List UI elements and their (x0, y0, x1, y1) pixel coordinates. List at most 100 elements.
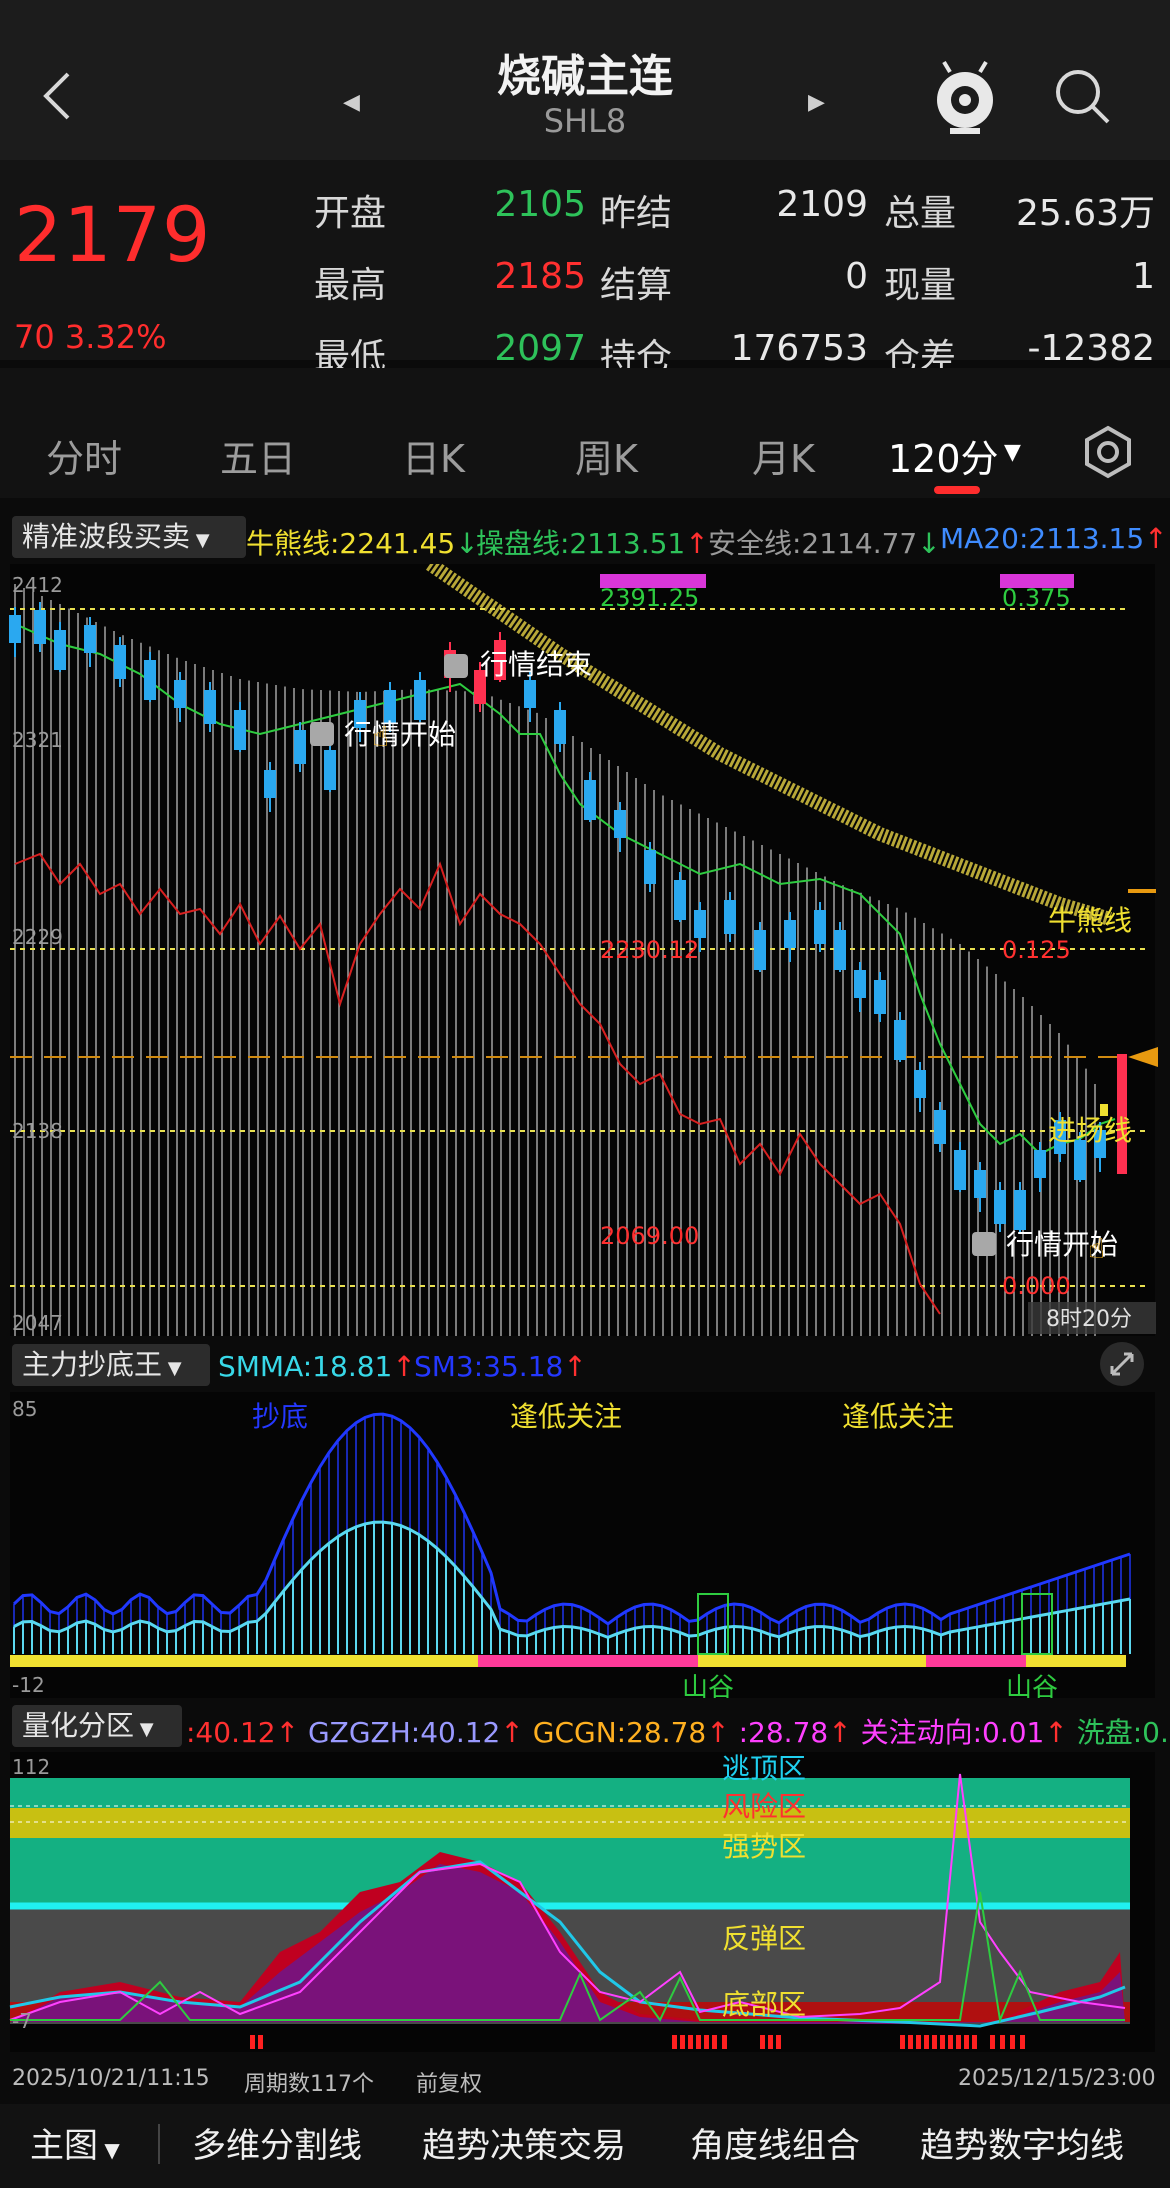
indicator-multi-split[interactable]: 多维分割线 (192, 2118, 362, 2167)
annotation-bull-bear: 牛熊线 (1048, 904, 1132, 937)
up-arrow-icon: ↑ (828, 1716, 852, 1749)
main-chart-menu[interactable]: 主图 ▼ (30, 2118, 120, 2167)
tab-120min[interactable]: 120分 (888, 428, 999, 483)
chevron-down-icon[interactable]: ▼ (1004, 440, 1021, 465)
annotation-entry-line: 进场线 (1048, 1114, 1132, 1147)
settle-value: 0 (845, 256, 868, 297)
open-label: 开盘 (314, 193, 387, 234)
signal-start-icon (310, 722, 334, 746)
signal-tick (1020, 2035, 1025, 2049)
annotation-trend-end: 行情结束 (480, 648, 592, 681)
legend-bullbear-text: 牛熊线:2241.45 (246, 527, 456, 560)
level-label-0375: 0.375 (1002, 584, 1071, 612)
hand-pointer-icon: ☝ (372, 720, 389, 753)
end-time: 2025/12/15/23:00 (958, 2066, 1156, 2091)
up-arrow-icon: ↑ (706, 1716, 730, 1749)
zone-label-rebound: 反弹区 (722, 1922, 806, 1955)
tab-weekly[interactable]: 周K (575, 428, 638, 483)
yellow-band (698, 1655, 926, 1667)
settings-icon[interactable] (1080, 424, 1136, 480)
signal-tick (948, 2035, 953, 2049)
period-count: 周期数117个 (244, 2072, 374, 2097)
volume-value: 25.63万 (1015, 193, 1155, 234)
signal-tick (924, 2035, 929, 2049)
signal-start-icon (972, 1232, 996, 1256)
legend-safety-line: 安全线:2114.77↓ (708, 522, 941, 562)
tab-daily[interactable]: 日K (402, 428, 465, 483)
tab-monthly[interactable]: 月K (752, 428, 815, 483)
adjust-mode: 前复权 (416, 2072, 483, 2097)
signal-tick (940, 2035, 945, 2049)
prev-settle-value: 2109 (776, 184, 868, 225)
main-chart-menu-label: 主图 (30, 2126, 98, 2166)
sub2-indicator-select[interactable]: 量化分区 ▼ (12, 1705, 182, 1747)
current-volume-label: 现量 (884, 265, 957, 306)
hand-pointer-icon: ☝ (1088, 1232, 1105, 1265)
active-tab-indicator (934, 486, 980, 494)
y-tick-2138: 2138 (12, 1119, 63, 1143)
bull-bear-marker (1128, 889, 1156, 893)
sub2-y-tick-112: 112 (12, 1755, 50, 1779)
annotation-trend-start-1: 行情开始 (344, 718, 456, 751)
sub1-indicator-select[interactable]: 主力抄底王 ▼ (12, 1344, 210, 1386)
main-kline-chart[interactable]: 2412 2321 2229 2138 2047 2391.25 0.375 2… (0, 564, 1170, 1336)
y-tick-2321: 2321 (12, 728, 63, 752)
pink-band (926, 1655, 1026, 1667)
main-indicator-label: 精准波段买卖 (22, 520, 191, 553)
label-buy-low-1: 逢低关注 (510, 1400, 622, 1433)
signal-tick (250, 2035, 255, 2049)
indicator-trend-ma[interactable]: 趋势数字均线 (920, 2118, 1124, 2167)
legend-smma-text: SMMA:18.81 (218, 1350, 393, 1383)
chevron-down-icon: ▼ (190, 530, 210, 551)
signal-tick (712, 2035, 717, 2049)
legend-trading-line-text: 操盘线:2113.51 (476, 527, 686, 560)
legend-smma: SMMA:18.81↑ (218, 1350, 416, 1383)
legend-red-value: :40.12 (186, 1716, 276, 1749)
next-contract-icon[interactable]: ▶ (808, 90, 825, 115)
label-buy-low-2: 逢低关注 (842, 1400, 954, 1433)
signal-tick (768, 2035, 773, 2049)
prev-contract-icon[interactable]: ◀ (343, 90, 360, 115)
legend-safety-line-text: 安全线:2114.77 (708, 527, 918, 560)
legend-sm3-text: SM3:35.18 (414, 1350, 564, 1383)
label-bottom-fishing: 抄底 (252, 1400, 308, 1433)
indicator-trend-decision[interactable]: 趋势决策交易 (422, 2118, 626, 2167)
indicator-angle-lines[interactable]: 角度线组合 (690, 2118, 860, 2167)
main-indicator-select[interactable]: 精准波段买卖 ▼ (12, 516, 246, 558)
legend-gzgzh: GZGZH:40.12 (307, 1716, 501, 1749)
up-arrow-icon: ↑ (392, 1350, 416, 1383)
time-badge: 8时20分 (1046, 1307, 1132, 1332)
sub2-legend: :40.12↑ GZGZH:40.12↑ GCGN:28.78↑ :28.78↑… (186, 1711, 1170, 1751)
sub1-chart[interactable]: 85 -12 抄底 逢低关注 逢低关注 山谷 山谷 (0, 1392, 1170, 1698)
robot-assistant-icon[interactable] (930, 58, 1000, 138)
expand-icon[interactable] (1098, 1340, 1146, 1388)
header-bar: 烧碱主连 SHL8 ◀ ▶ (0, 0, 1170, 160)
signal-tick (956, 2035, 961, 2049)
low-value: 2097 (494, 328, 586, 369)
signal-tick (908, 2035, 913, 2049)
signal-tick (672, 2035, 677, 2049)
chevron-down-icon: ▼ (162, 1358, 182, 1379)
sub2-zone-chart[interactable]: 112 -7 逃顶区 风险区 强势区 反弹区 底部区 (0, 1752, 1170, 2052)
volume-label: 总量 (884, 193, 957, 234)
signal-tick (680, 2035, 685, 2049)
level-label-0000: 0.000 (1002, 1272, 1071, 1300)
legend-ma20-text: MA20:2113.15 (940, 522, 1145, 555)
overlapping-label-block (600, 574, 706, 588)
legend-gcgn: GCGN:28.78 (532, 1716, 707, 1749)
signal-tick (704, 2035, 709, 2049)
tab-intraday[interactable]: 分时 (46, 428, 122, 483)
label-valley-2: 山谷 (1006, 1673, 1058, 1698)
zone-strong (10, 1838, 1130, 1906)
signal-tick (696, 2035, 701, 2049)
signal-tick (1010, 2035, 1015, 2049)
open-interest-value: 176753 (730, 328, 868, 369)
open-value: 2105 (494, 184, 586, 225)
signal-tick (900, 2035, 905, 2049)
search-icon[interactable] (1052, 66, 1112, 130)
level-label-0125: 0.125 (1002, 936, 1071, 964)
legend-attention: 关注动向:0.01 (860, 1716, 1045, 1749)
tab-five-day[interactable]: 五日 (220, 428, 296, 483)
legend-washout: 洗盘:0.01 (1076, 1716, 1170, 1749)
up-arrow-icon: ↑ (685, 527, 709, 560)
